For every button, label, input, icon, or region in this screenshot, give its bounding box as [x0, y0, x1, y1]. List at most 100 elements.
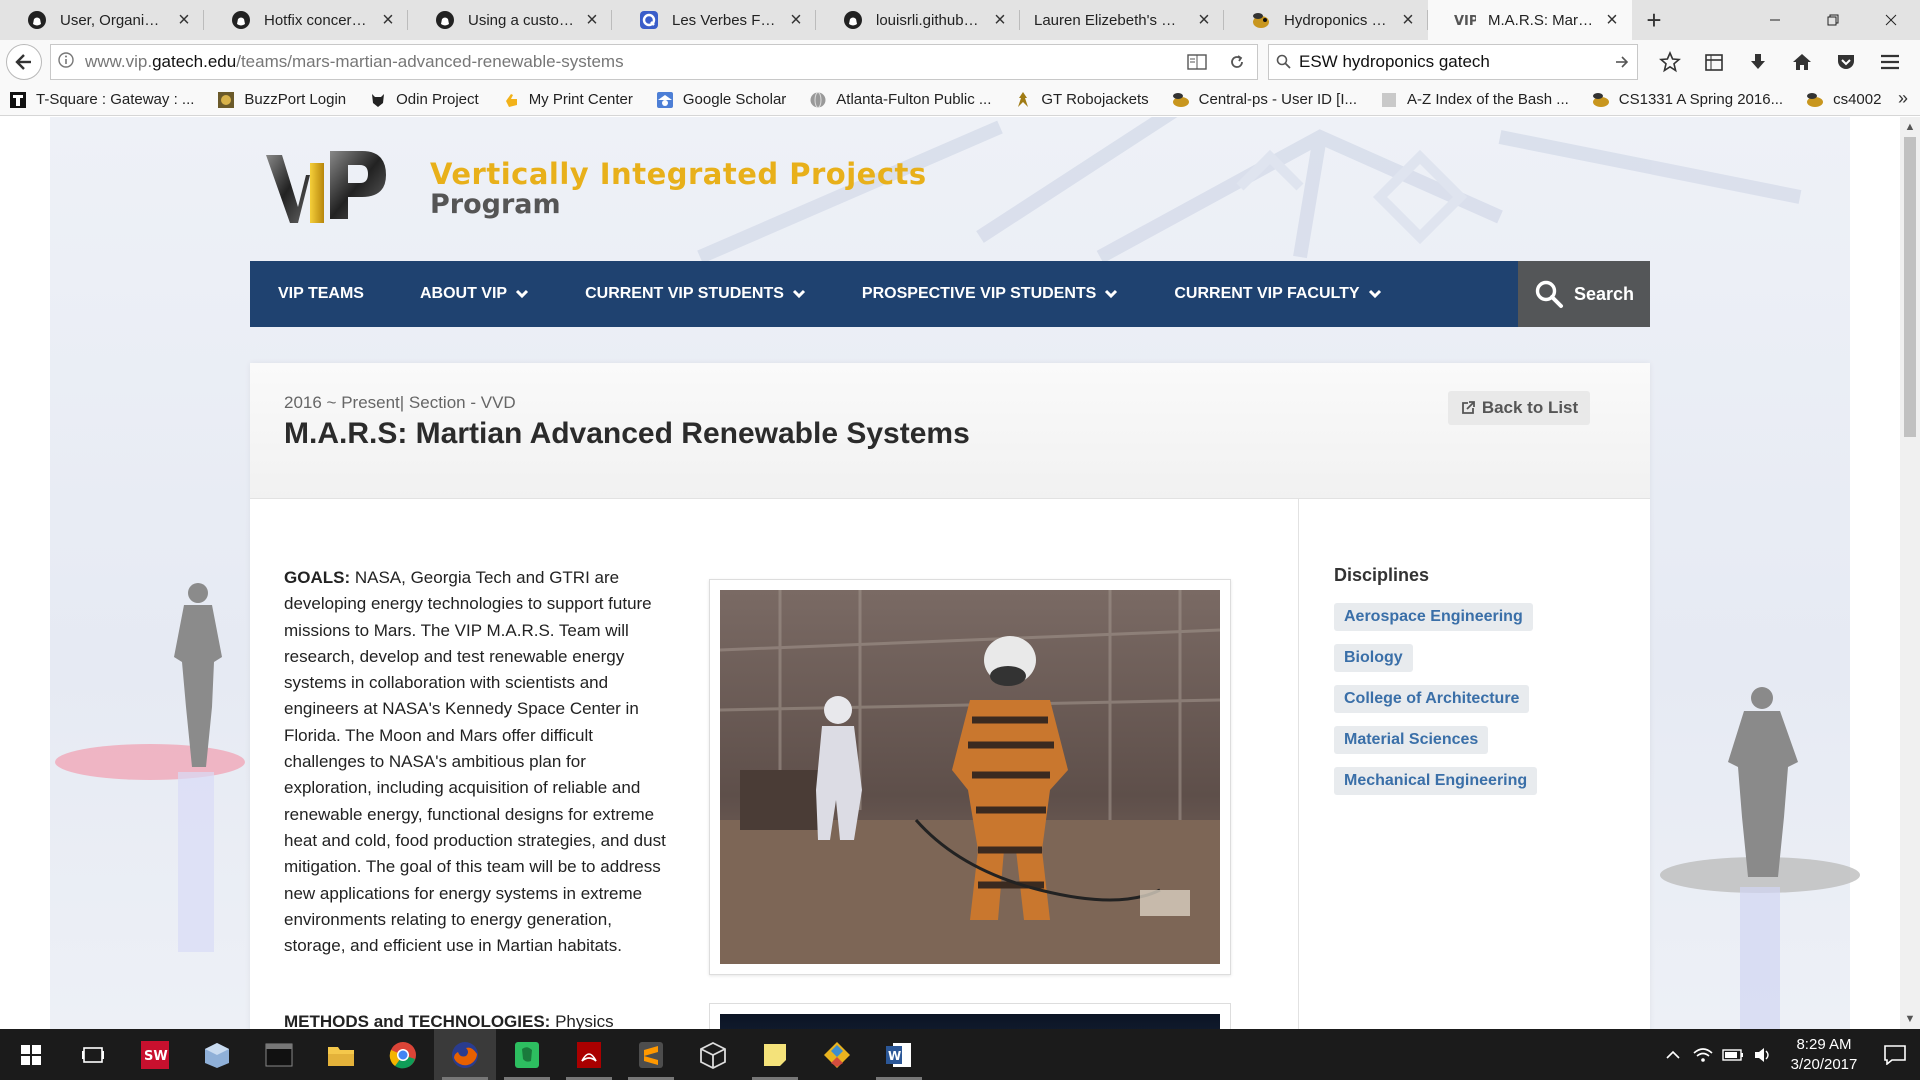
methods-label: METHODS and TECHNOLOGIES: — [284, 1012, 551, 1029]
search-bar[interactable]: ESW hydroponics gatech — [1268, 44, 1638, 80]
bookmarks-library-icon[interactable] — [1692, 40, 1736, 84]
url-bar[interactable]: www.vip.gatech.edu/teams/mars-martian-ad… — [50, 44, 1258, 80]
browser-tab[interactable]: louisrli.github.co... × — [816, 0, 1020, 40]
more-bookmarks-icon[interactable]: » — [1898, 88, 1908, 109]
back-button[interactable] — [6, 44, 42, 80]
download-icon[interactable] — [1736, 40, 1780, 84]
team-photo[interactable] — [709, 579, 1231, 975]
hamburger-menu-icon[interactable] — [1868, 40, 1912, 84]
windows-start-icon[interactable] — [0, 1029, 62, 1080]
bookmark-item[interactable]: Atlanta-Fulton Public ... — [808, 91, 991, 109]
bookmark-item[interactable]: A-Z Index of the Bash ... — [1379, 91, 1569, 109]
windows-taskbar: SW W 8:29 AM 3/20/2017 — [0, 1029, 1920, 1080]
scroll-down-icon[interactable]: ▼ — [1900, 1009, 1920, 1029]
word-icon[interactable]: W — [868, 1029, 930, 1080]
browser-tab[interactable]: User, Organizatio... × — [0, 0, 204, 40]
bookmark-item[interactable]: CS1331 A Spring 2016... — [1591, 91, 1783, 109]
browser-nav-bar: www.vip.gatech.edu/teams/mars-martian-ad… — [0, 40, 1920, 84]
firefox-icon[interactable] — [434, 1029, 496, 1080]
browser-tab-active[interactable]: VIP M.A.R.S: Martian ... × — [1428, 0, 1632, 40]
discipline-tag[interactable]: Aerospace Engineering — [1334, 603, 1533, 631]
bookmark-label: Atlanta-Fulton Public ... — [836, 91, 992, 108]
pocket-icon[interactable] — [1824, 40, 1868, 84]
system-tray: 8:29 AM 3/20/2017 — [1658, 1029, 1920, 1080]
evernote-icon[interactable] — [496, 1029, 558, 1080]
discipline-tag[interactable]: Material Sciences — [1334, 726, 1489, 754]
cube-icon[interactable] — [682, 1029, 744, 1080]
sticky-notes-icon[interactable] — [744, 1029, 806, 1080]
volume-icon[interactable] — [1748, 1047, 1778, 1063]
scrollbar-thumb[interactable] — [1904, 137, 1916, 437]
bookmark-item[interactable]: T-Square : Gateway : ... — [8, 91, 194, 109]
battery-icon[interactable] — [1718, 1048, 1748, 1061]
browser-tab-title: louisrli.github.co... — [876, 11, 982, 29]
nav-prospective-vip-students[interactable]: PROSPECTIVE VIP STUDENTS — [834, 261, 1146, 327]
file-explorer-icon[interactable] — [310, 1029, 372, 1080]
system-clock[interactable]: 8:29 AM 3/20/2017 — [1778, 1035, 1870, 1075]
bookmark-item[interactable]: Central-ps - User ID [I... — [1171, 91, 1357, 109]
arrow-right-icon[interactable] — [1607, 55, 1637, 69]
chevron-down-icon — [515, 289, 529, 299]
bookmark-label: Google Scholar — [682, 91, 787, 108]
terminal-icon[interactable] — [248, 1029, 310, 1080]
chevron-up-icon[interactable] — [1658, 1050, 1688, 1060]
close-tab-icon[interactable]: × — [1398, 9, 1418, 32]
discipline-tag[interactable]: Mechanical Engineering — [1334, 767, 1538, 795]
wifi-icon[interactable] — [1688, 1047, 1718, 1063]
git-icon[interactable] — [806, 1029, 868, 1080]
close-tab-icon[interactable]: × — [990, 9, 1010, 32]
bookmark-item[interactable]: cs4002 — [1805, 91, 1881, 109]
minimize-icon[interactable] — [1746, 0, 1804, 40]
notification-icon[interactable] — [1870, 1044, 1920, 1065]
solidworks-icon[interactable]: SW — [124, 1029, 186, 1080]
close-tab-icon[interactable]: × — [1194, 9, 1214, 32]
browser-tab[interactable]: Lauren Elizebeth's Per... × — [1020, 0, 1224, 40]
close-tab-icon[interactable]: × — [786, 9, 806, 32]
disciplines-list: Aerospace Engineering Biology College of… — [1334, 603, 1538, 808]
close-window-icon[interactable] — [1862, 0, 1920, 40]
virtualbox-icon[interactable] — [186, 1029, 248, 1080]
odin-icon — [368, 91, 388, 109]
browser-tab[interactable]: Hotfix concernin... × — [204, 0, 408, 40]
close-tab-icon[interactable]: × — [174, 9, 194, 32]
nav-about-vip[interactable]: ABOUT VIP — [392, 261, 557, 327]
browser-tab[interactable]: Les Verbes Flashc... × — [612, 0, 816, 40]
bookmark-label: Central-ps - User ID [I... — [1198, 91, 1358, 108]
site-search-button[interactable]: Search — [1518, 261, 1650, 327]
reload-icon[interactable] — [1217, 53, 1257, 71]
scroll-up-icon[interactable]: ▲ — [1900, 117, 1920, 137]
nav-vip-teams[interactable]: VIP TEAMS — [250, 261, 392, 327]
team-photo-2[interactable] — [709, 1003, 1231, 1029]
bookmark-item[interactable]: Google Scholar — [655, 91, 786, 109]
new-tab-button[interactable]: + — [1632, 0, 1676, 40]
home-icon[interactable] — [1780, 40, 1824, 84]
vip-logo[interactable] — [264, 145, 394, 225]
close-tab-icon[interactable]: × — [378, 9, 398, 32]
acrobat-icon[interactable] — [558, 1029, 620, 1080]
task-view-icon[interactable] — [62, 1029, 124, 1080]
browser-tab[interactable]: Using a custom d... × — [408, 0, 612, 40]
discipline-tag[interactable]: College of Architecture — [1334, 685, 1530, 713]
bookmark-item[interactable]: GT Robojackets — [1013, 91, 1149, 109]
back-to-list-button[interactable]: Back to List — [1448, 391, 1590, 425]
nav-current-vip-faculty[interactable]: CURRENT VIP FACULTY — [1146, 261, 1409, 327]
url-path: /teams/mars-martian-advanced-renewable-s… — [236, 52, 624, 71]
bookmark-item[interactable]: Odin Project — [368, 91, 479, 109]
buzz-icon — [1805, 91, 1825, 109]
bookmark-item[interactable]: BuzzPort Login — [216, 91, 346, 109]
sublime-icon[interactable] — [620, 1029, 682, 1080]
info-icon[interactable] — [51, 51, 81, 73]
reader-view-icon[interactable] — [1177, 54, 1217, 70]
close-tab-icon[interactable]: × — [1602, 9, 1622, 32]
chrome-icon[interactable] — [372, 1029, 434, 1080]
browser-tab[interactable]: Hydroponics proj... × — [1224, 0, 1428, 40]
close-tab-icon[interactable]: × — [582, 9, 602, 32]
bookmark-item[interactable]: My Print Center — [501, 91, 633, 109]
browser-tab-title: User, Organizatio... — [60, 11, 166, 29]
page-scrollbar[interactable]: ▲ ▼ — [1900, 117, 1920, 1029]
bookmark-label: Odin Project — [396, 91, 479, 108]
star-icon[interactable] — [1648, 40, 1692, 84]
restore-icon[interactable] — [1804, 0, 1862, 40]
discipline-tag[interactable]: Biology — [1334, 644, 1413, 672]
nav-current-vip-students[interactable]: CURRENT VIP STUDENTS — [557, 261, 834, 327]
